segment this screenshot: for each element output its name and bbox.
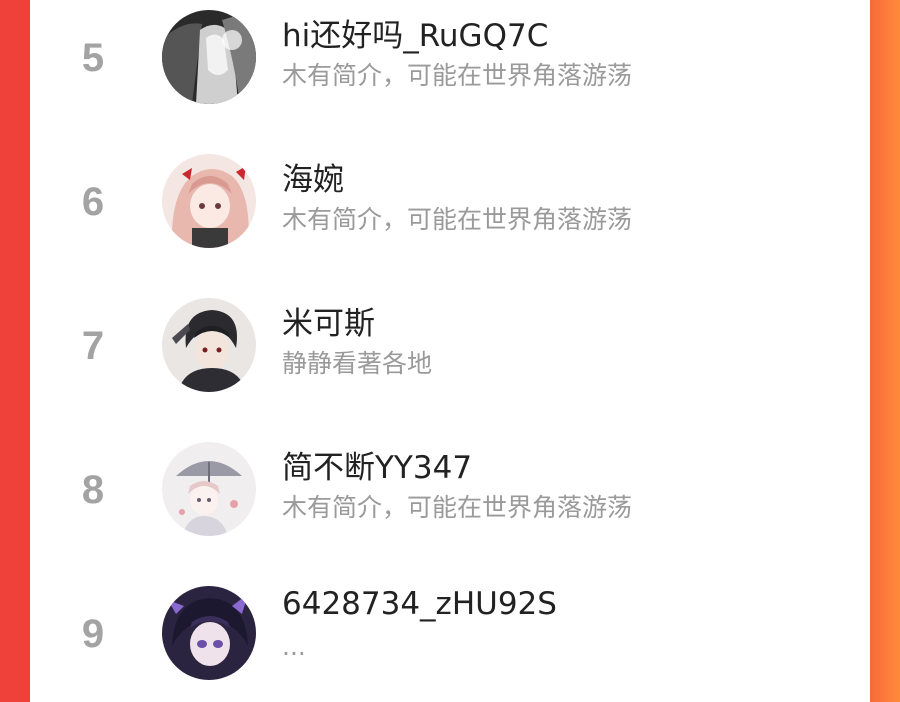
avatar-anime-girl-pink-icon[interactable] [162, 154, 256, 248]
rank-number: 9 [81, 612, 105, 656]
user-name[interactable]: 6428734_zHU92S [282, 586, 557, 622]
avatar-anime-purple-icon[interactable] [162, 586, 256, 680]
avatar-grayscale-portrait-icon[interactable] [162, 10, 256, 104]
user-name[interactable]: 米可斯 [282, 298, 375, 343]
user-bio: 木有简介，可能在世界角落游荡 [282, 205, 633, 234]
user-name[interactable]: 简不断YY347 [282, 442, 472, 487]
avatar-anime-boy-dark-icon[interactable] [162, 298, 256, 392]
user-name[interactable]: hi还好吗_RuGQ7C [282, 10, 548, 55]
user-bio: 木有简介，可能在世界角落游荡 [282, 493, 633, 522]
list-item[interactable]: 8 简不断YY347 木有简介，可能在世界角落游荡 [30, 442, 870, 552]
rank-number: 6 [81, 180, 105, 224]
rank-number: 5 [81, 36, 105, 80]
list-item[interactable]: 9 6428734_zHU92S ... [30, 586, 870, 696]
list-item[interactable]: 6 海婉 木有简介，可能在世界角落游荡 [30, 154, 870, 264]
list-item[interactable]: 7 米可斯 静静看著各地 [30, 298, 870, 408]
rank-number: 8 [81, 468, 105, 512]
user-name[interactable]: 海婉 [282, 154, 344, 199]
user-bio: ... [282, 632, 306, 661]
rank-number: 7 [81, 324, 105, 368]
user-bio: 木有简介，可能在世界角落游荡 [282, 61, 633, 90]
user-bio: 静静看著各地 [282, 349, 433, 378]
list-item[interactable]: 5 hi还好吗_RuGQ7C 木有简介，可能在世界角落游荡 [30, 10, 870, 120]
avatar-anime-umbrella-icon[interactable] [162, 442, 256, 536]
ranking-list: 5 hi还好吗_RuGQ7C 木有简介，可能在世界角落游荡 6 海婉 木有简介，… [30, 0, 870, 702]
